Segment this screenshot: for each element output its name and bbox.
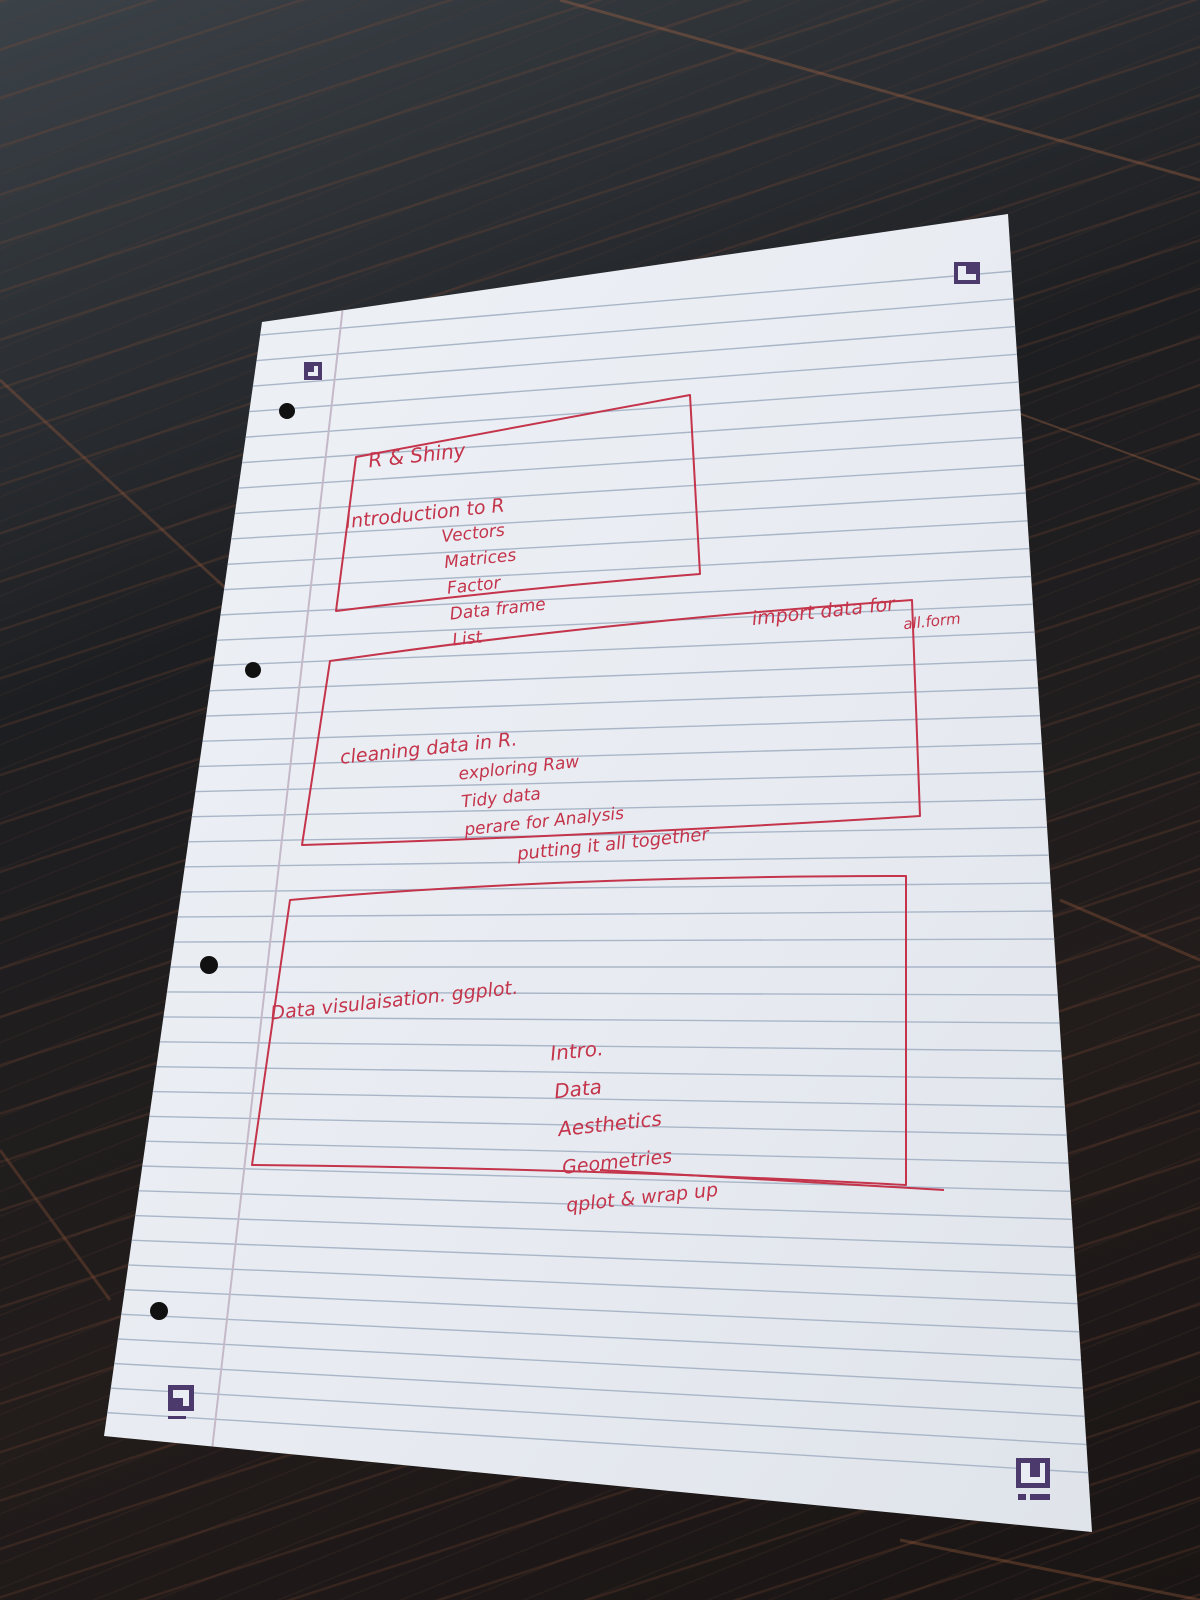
punch-hole bbox=[279, 403, 295, 419]
list-item: Data bbox=[553, 1074, 603, 1103]
list-item: List bbox=[451, 627, 484, 650]
photo-scene: R & Shiny Introduction to R Vectors Matr… bbox=[0, 0, 1200, 1600]
corner-marker-icon bbox=[304, 362, 322, 380]
corner-marker-icon bbox=[954, 262, 980, 284]
punch-hole bbox=[245, 662, 261, 678]
punch-hole bbox=[200, 956, 218, 974]
punch-hole bbox=[150, 1302, 168, 1320]
